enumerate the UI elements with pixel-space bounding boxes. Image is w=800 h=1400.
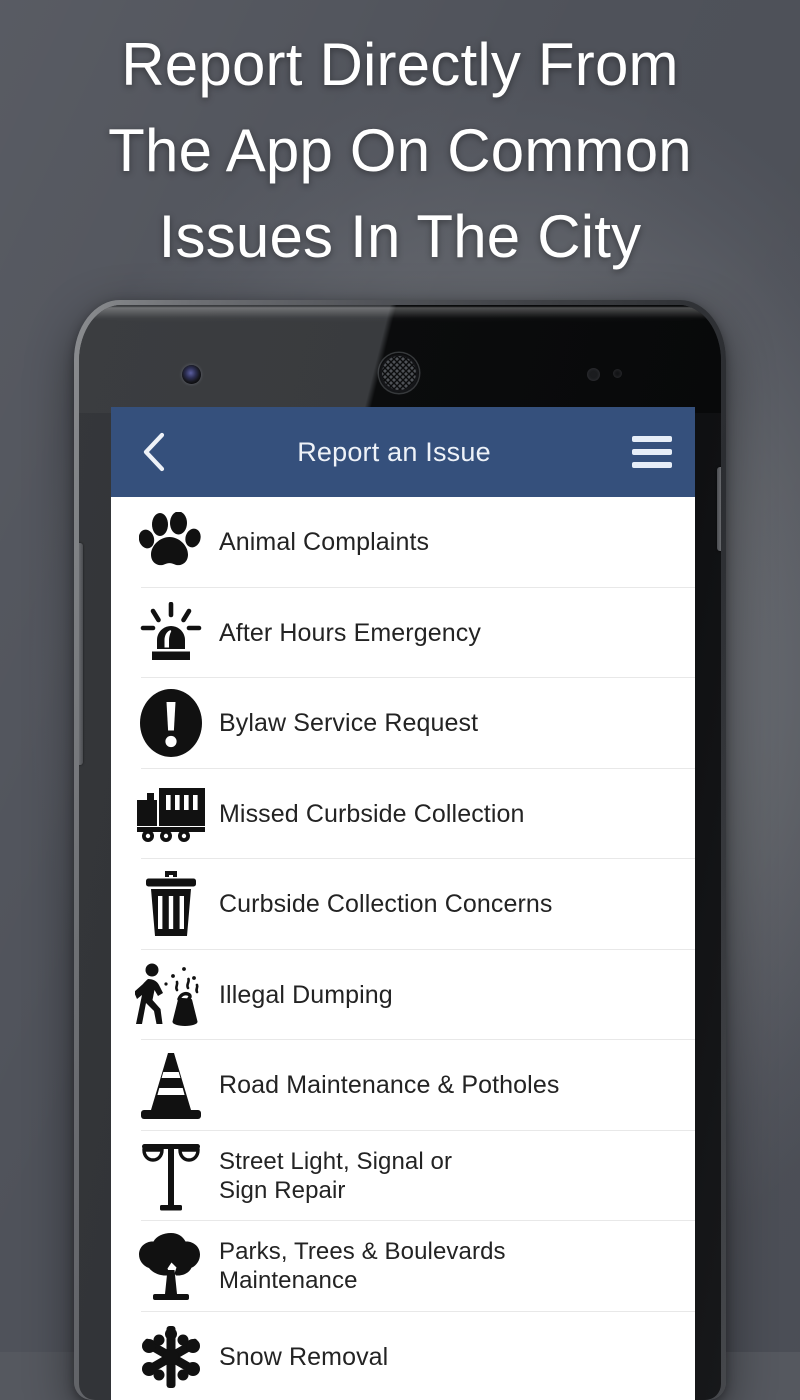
list-item-label: Snow Removal bbox=[219, 1342, 388, 1372]
list-item-label: Street Light, Signal or Sign Repair bbox=[219, 1147, 452, 1205]
list-item[interactable]: Street Light, Signal or Sign Repair bbox=[111, 1131, 695, 1222]
paw-print-icon bbox=[133, 504, 209, 580]
list-item-label: Missed Curbside Collection bbox=[219, 799, 525, 829]
list-item-label: Illegal Dumping bbox=[219, 980, 393, 1010]
hamburger-bar bbox=[632, 449, 672, 455]
list-item[interactable]: Road Maintenance & Potholes bbox=[111, 1040, 695, 1131]
list-item[interactable]: Curbside Collection Concerns bbox=[111, 859, 695, 950]
phone-mockup: Report an Issue bbox=[74, 300, 726, 1400]
phone-body: Report an Issue bbox=[79, 305, 721, 1400]
traffic-cone-icon bbox=[133, 1047, 209, 1123]
volume-rocker-button[interactable] bbox=[79, 543, 83, 765]
phone-screen: Report an Issue bbox=[111, 407, 695, 1400]
hamburger-bar bbox=[632, 436, 672, 442]
issue-list: Animal Complaints bbox=[111, 497, 695, 1400]
street-lamp-icon bbox=[133, 1138, 209, 1214]
list-item[interactable]: Snow Removal bbox=[111, 1312, 695, 1400]
list-item-label: Road Maintenance & Potholes bbox=[219, 1070, 559, 1100]
phone-top-gloss bbox=[89, 307, 711, 323]
page-title: Report an Issue bbox=[179, 437, 609, 468]
power-button[interactable] bbox=[717, 467, 721, 551]
light-sensor bbox=[613, 369, 622, 378]
app-bar: Report an Issue bbox=[111, 407, 695, 497]
headline: Report Directly From The App On Common I… bbox=[0, 22, 800, 280]
list-item-label: Parks, Trees & Boulevards Maintenance bbox=[219, 1237, 506, 1295]
proximity-sensor bbox=[587, 368, 600, 381]
headline-line-3: Issues In The City bbox=[0, 194, 800, 280]
list-item-label: Animal Complaints bbox=[219, 527, 429, 557]
tree-icon bbox=[133, 1228, 209, 1304]
list-item[interactable]: Parks, Trees & Boulevards Maintenance bbox=[111, 1221, 695, 1312]
list-item[interactable]: After Hours Emergency bbox=[111, 588, 695, 679]
headline-line-2: The App On Common bbox=[0, 108, 800, 194]
list-item[interactable]: Bylaw Service Request bbox=[111, 678, 695, 769]
earpiece-speaker-mesh bbox=[382, 356, 416, 390]
hamburger-bar bbox=[632, 462, 672, 468]
list-item[interactable]: Animal Complaints bbox=[111, 497, 695, 588]
front-camera bbox=[182, 365, 201, 384]
list-item-label: Bylaw Service Request bbox=[219, 708, 478, 738]
headline-line-1: Report Directly From bbox=[0, 22, 800, 108]
siren-light-icon bbox=[133, 595, 209, 671]
hamburger-menu-icon[interactable] bbox=[609, 407, 695, 497]
garbage-truck-icon bbox=[133, 776, 209, 852]
illegal-dumping-icon bbox=[133, 957, 209, 1033]
trash-can-icon bbox=[133, 866, 209, 942]
list-item[interactable]: Illegal Dumping bbox=[111, 950, 695, 1041]
snowflake-icon bbox=[133, 1319, 209, 1395]
exclamation-circle-icon bbox=[133, 685, 209, 761]
chevron-left-icon bbox=[141, 431, 167, 473]
list-item[interactable]: Missed Curbside Collection bbox=[111, 769, 695, 860]
list-item-label: Curbside Collection Concerns bbox=[219, 889, 553, 919]
earpiece-speaker bbox=[379, 353, 419, 393]
list-item-label: After Hours Emergency bbox=[219, 618, 481, 648]
